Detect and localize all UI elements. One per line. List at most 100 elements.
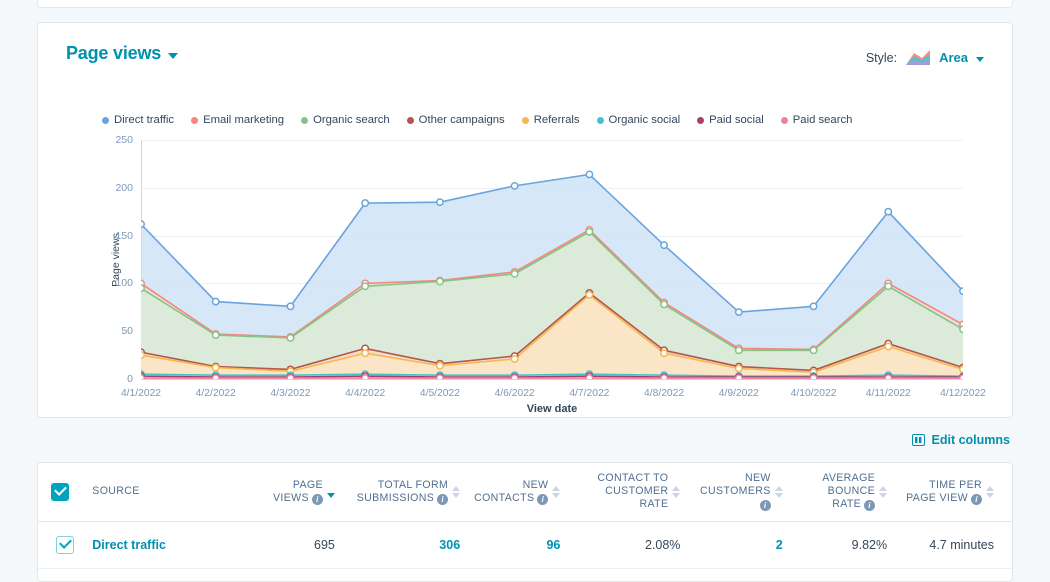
column-header-tfs[interactable]: TOTAL FORMSUBMISSIONSi [345, 463, 470, 521]
x-axis-tick: 4/11/2022 [866, 388, 911, 399]
column-header-tpv[interactable]: TIME PERPAGE VIEWi [897, 463, 1012, 521]
data-point-marker[interactable] [661, 242, 667, 248]
sort-toggle-tfs[interactable] [452, 486, 460, 498]
column-header-label: NEWCUSTOMERSi [690, 472, 770, 511]
sort-toggle-abr[interactable] [879, 486, 887, 498]
data-point-marker[interactable] [736, 347, 742, 353]
sort-toggle-nc[interactable] [552, 486, 560, 498]
column-header-ncu[interactable]: NEWCUSTOMERSi [690, 463, 792, 521]
data-point-marker[interactable] [511, 271, 517, 277]
data-point-marker[interactable] [437, 278, 443, 284]
data-point-marker[interactable] [213, 332, 219, 338]
data-point-marker[interactable] [141, 221, 144, 227]
sort-ascending-icon [879, 486, 887, 491]
data-point-marker[interactable] [213, 364, 219, 370]
data-point-marker[interactable] [810, 375, 816, 379]
sort-toggle-ccr[interactable] [672, 486, 680, 498]
column-header-pv[interactable]: PAGEVIEWSi [249, 463, 345, 521]
info-icon[interactable]: i [537, 494, 548, 505]
data-point-marker[interactable] [960, 375, 963, 379]
data-point-marker[interactable] [661, 375, 667, 379]
data-point-marker[interactable] [511, 183, 517, 189]
cell-pv: 695 [249, 521, 345, 568]
legend-label: Other campaigns [419, 114, 505, 126]
data-point-marker[interactable] [141, 352, 144, 358]
column-header-ccr[interactable]: CONTACT TOCUSTOMERRATE [570, 463, 690, 521]
data-point-marker[interactable] [437, 362, 443, 368]
data-point-marker[interactable] [960, 326, 963, 332]
link-tfs[interactable]: 306 [439, 538, 460, 552]
select-all-checkbox[interactable] [51, 483, 69, 501]
data-point-marker[interactable] [437, 375, 443, 379]
cell-tpv: 4.7 minutes [897, 521, 1012, 568]
data-point-marker[interactable] [960, 366, 963, 372]
data-point-marker[interactable] [586, 229, 592, 235]
check-icon [59, 536, 72, 549]
info-icon[interactable]: i [437, 494, 448, 505]
info-icon[interactable]: i [312, 494, 323, 505]
data-point-marker[interactable] [661, 350, 667, 356]
data-point-marker[interactable] [810, 303, 816, 309]
data-point-marker[interactable] [362, 375, 368, 379]
sort-toggle-pv[interactable] [327, 486, 335, 498]
x-axis-tick: 4/6/2022 [495, 388, 535, 399]
data-point-marker[interactable] [287, 375, 293, 379]
data-point-marker[interactable] [661, 301, 667, 307]
data-point-marker[interactable] [885, 375, 891, 379]
legend-item-referrals[interactable]: Referrals [522, 114, 580, 126]
x-axis-tick: 4/2/2022 [196, 388, 236, 399]
legend-item-paid-social[interactable]: Paid social [697, 114, 764, 126]
data-point-marker[interactable] [141, 285, 144, 291]
sources-table-card: SOURCEPAGEVIEWSiTOTAL FORMSUBMISSIONSiNE… [37, 462, 1013, 582]
data-point-marker[interactable] [141, 375, 144, 379]
data-point-marker[interactable] [586, 171, 592, 177]
chevron-down-icon-style[interactable] [976, 57, 984, 62]
legend-item-direct-traffic[interactable]: Direct traffic [102, 114, 174, 126]
info-icon[interactable]: i [971, 494, 982, 505]
data-point-marker[interactable] [885, 343, 891, 349]
data-point-marker[interactable] [287, 303, 293, 309]
data-point-marker[interactable] [586, 375, 592, 379]
sort-ascending-icon [672, 486, 680, 491]
data-point-marker[interactable] [362, 283, 368, 289]
column-header-nc[interactable]: NEWCONTACTSi [470, 463, 570, 521]
data-point-marker[interactable] [960, 288, 963, 294]
data-point-marker[interactable] [810, 347, 816, 353]
column-header-abr[interactable]: AVERAGEBOUNCERATEi [793, 463, 897, 521]
data-point-marker[interactable] [885, 283, 891, 289]
data-point-marker[interactable] [287, 335, 293, 341]
sort-toggle-ncu[interactable] [775, 486, 783, 498]
data-point-marker[interactable] [736, 309, 742, 315]
page-title[interactable]: Page views [66, 43, 161, 64]
legend-item-other-campaigns[interactable]: Other campaigns [407, 114, 505, 126]
data-point-marker[interactable] [511, 375, 517, 379]
table-row[interactable]: Direct traffic695306962.08%29.82%4.7 min… [38, 521, 1012, 568]
data-point-marker[interactable] [437, 199, 443, 205]
link-ncu[interactable]: 2 [776, 538, 783, 552]
edit-columns-button[interactable]: Edit columns [912, 433, 1010, 447]
data-point-marker[interactable] [736, 365, 742, 371]
legend-item-organic-search[interactable]: Organic search [301, 114, 390, 126]
chevron-down-icon[interactable] [168, 53, 178, 59]
data-point-marker[interactable] [885, 209, 891, 215]
row-checkbox[interactable] [56, 536, 74, 554]
data-point-marker[interactable] [362, 350, 368, 356]
chart-header: Page views Style: Area [66, 43, 984, 77]
data-point-marker[interactable] [511, 356, 517, 362]
data-point-marker[interactable] [736, 375, 742, 379]
info-icon[interactable]: i [864, 500, 875, 511]
data-point-marker[interactable] [362, 200, 368, 206]
legend-item-organic-social[interactable]: Organic social [597, 114, 681, 126]
legend-item-paid-search[interactable]: Paid search [781, 114, 853, 126]
style-value[interactable]: Area [939, 50, 968, 65]
link-source[interactable]: Direct traffic [92, 538, 166, 552]
info-icon[interactable]: i [760, 500, 771, 511]
data-point-marker[interactable] [586, 292, 592, 298]
link-nc[interactable]: 96 [546, 538, 560, 552]
sort-descending-icon [552, 493, 560, 498]
legend-item-email-marketing[interactable]: Email marketing [191, 114, 284, 126]
data-point-marker[interactable] [213, 298, 219, 304]
sort-toggle-tpv[interactable] [986, 486, 994, 498]
sort-descending-icon [452, 493, 460, 498]
data-point-marker[interactable] [213, 375, 219, 379]
